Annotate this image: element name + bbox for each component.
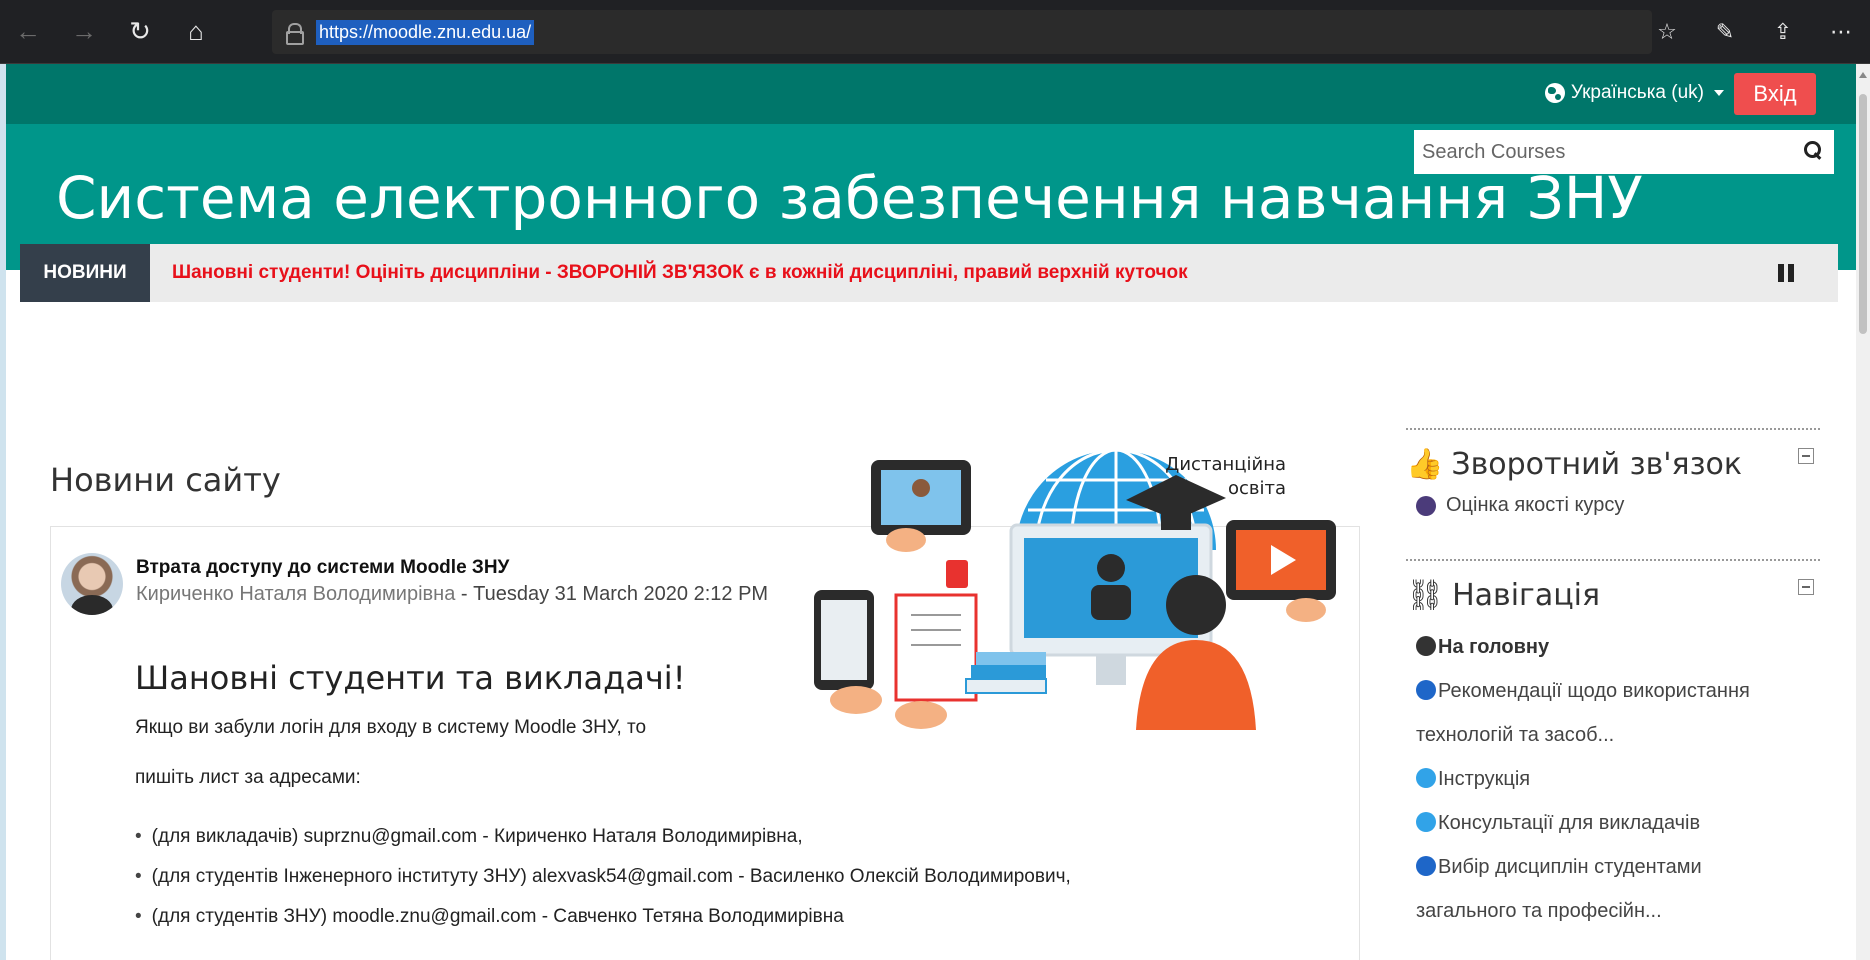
search-courses [1414,130,1834,174]
navigation-heading: ⛓ Навігація [1406,565,1820,625]
ticker-label: НОВИНИ [20,244,150,302]
list-item: (для студентів Інженерного інституту ЗНУ… [135,857,1071,897]
topbar: Українська (uk) Вхід [6,64,1856,124]
nav-item-label: Вибір дисциплін студентами [1438,856,1702,878]
feedback-link[interactable]: Оцінка якості курсу [1406,494,1820,517]
nav-item-home[interactable]: На головну [1416,625,1820,669]
nav-item-recommendations-cont[interactable]: технологій та засоб... [1416,713,1820,757]
favorites-icon[interactable]: ☆ [1638,0,1696,64]
url-text[interactable]: https://moodle.znu.edu.ua/ [316,19,535,45]
collapse-icon[interactable] [1798,448,1814,464]
post-title[interactable]: Втрата доступу до системи Moodle ЗНУ [136,557,509,579]
nav-item-label: Консультації для викладачів [1438,812,1701,834]
language-selector[interactable]: Українська (uk) [1544,82,1724,104]
navigation-block: ⛓ Навігація На головну Рекомендації щодо… [1406,559,1820,933]
refresh-icon[interactable]: ↻ [112,0,168,64]
dashboard-icon [1416,636,1436,656]
nav-item-label: технологій та засоб... [1416,724,1615,746]
browser-toolbar: ← → ↻ ⌂ https://moodle.znu.edu.ua/ ☆ ✎ ⇪… [0,0,1870,64]
chevron-down-icon [1714,90,1724,96]
nav-item-label: Рекомендації щодо використання [1438,680,1750,702]
list-item: (для студентів ЗНУ) moodle.znu@gmail.com… [135,897,1071,937]
link-icon [1416,812,1436,832]
nav-item-instruction[interactable]: Інструкція [1416,757,1820,801]
nav-item-course-selection-cont[interactable]: загального та професійн... [1416,889,1820,933]
cube-icon [1416,495,1436,516]
nav-item-course-selection[interactable]: Вибір дисциплін студентами [1416,845,1820,889]
nav-item-label: загального та професійн... [1416,900,1662,922]
lock-icon [286,23,304,45]
navigation-title: Навігація [1452,577,1600,613]
section-title: Новини сайту [50,461,281,499]
thumbs-up-icon: 👍 [1406,446,1444,482]
share-icon[interactable]: ⇪ [1754,0,1812,64]
contact-list: (для викладачів) suprznu@gmail.com - Кир… [135,817,1071,937]
post-meta: Кириченко Наталя Володимирівна - Tuesday… [136,583,768,606]
news-ticker: НОВИНИ Шановні студенти! Оцініть дисципл… [20,244,1838,302]
hero-caption-line1: Дистанційна [1165,454,1286,475]
feedback-link-label: Оцінка якості курсу [1446,494,1625,516]
feedback-block: 👍 Зворотний зв'язок Оцінка якості курсу [1406,428,1820,517]
feedback-heading: 👍 Зворотний зв'язок [1406,434,1820,494]
back-icon[interactable]: ← [0,0,56,64]
sitemap-icon: ⛓ [1406,577,1445,613]
language-label: Українська (uk) [1570,82,1704,103]
distance-learning-illustration: Дистанційна освіта [814,448,1336,730]
forward-icon[interactable]: → [56,0,112,64]
list-item: (для викладачів) suprznu@gmail.com - Кир… [135,817,1071,857]
collapse-icon[interactable] [1798,579,1814,595]
post-author[interactable]: Кириченко Наталя Володимирівна [136,583,455,605]
scrollbar-thumb[interactable] [1859,94,1867,334]
hero-caption-line2: освіта [1228,478,1286,499]
nav-item-consultations[interactable]: Консультації для викладачів [1416,801,1820,845]
feedback-title: Зворотний зв'язок [1451,446,1742,482]
nav-item-label: На головну [1438,636,1550,658]
avatar[interactable] [61,553,123,615]
login-button[interactable]: Вхід [1734,73,1816,115]
folder-icon [1416,680,1436,700]
more-icon[interactable]: ⋯ [1812,0,1870,64]
navigation-list: На головну Рекомендації щодо використанн… [1406,625,1820,933]
folder-icon [1416,856,1436,876]
post-paragraph-1: Якщо ви забули логін для входу в систему… [135,717,647,738]
sidebar: 👍 Зворотний зв'язок Оцінка якості курсу … [1406,428,1820,933]
pen-icon[interactable]: ✎ [1696,0,1754,64]
post-date: - Tuesday 31 March 2020 2:12 PM [455,583,769,605]
post-heading: Шановні студенти та викладачі! [135,659,686,697]
site-title[interactable]: Система електронного забезпечення навчан… [56,164,1643,232]
nav-item-recommendations[interactable]: Рекомендації щодо використання [1416,669,1820,713]
search-icon[interactable] [1804,141,1822,159]
post-paragraph-2: пишіть лист за адресами: [135,767,361,788]
ticker-text[interactable]: Шановні студенти! Оцініть дисципліни - З… [172,262,1188,284]
link-icon [1416,768,1436,788]
globe-icon [1544,83,1565,103]
nav-item-label: Інструкція [1438,768,1531,790]
address-bar[interactable]: https://moodle.znu.edu.ua/ [272,10,1652,54]
pause-icon[interactable] [1778,264,1794,282]
home-icon[interactable]: ⌂ [168,0,224,64]
search-input[interactable] [1422,140,1792,164]
scroll-up-icon[interactable] [1859,72,1867,78]
scrollbar[interactable] [1856,64,1870,960]
